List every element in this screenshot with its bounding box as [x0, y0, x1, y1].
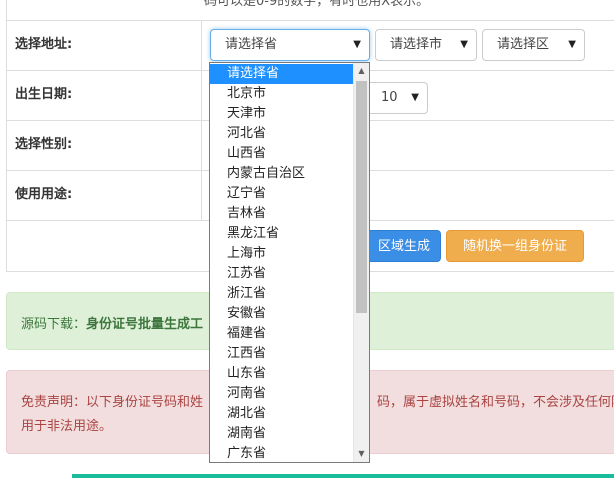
- province-option[interactable]: 吉林省: [210, 204, 353, 224]
- district-select-value: 请选择区: [497, 37, 550, 52]
- birth-day-value: 10: [381, 90, 398, 105]
- province-option[interactable]: 山西省: [210, 144, 353, 164]
- city-select-value: 请选择市: [390, 37, 443, 52]
- source-prefix: 源码下载：: [21, 317, 87, 332]
- source-download-link[interactable]: 身份证号批量生成工: [86, 317, 203, 332]
- address-label: 选择地址:: [15, 37, 73, 52]
- disclaimer-line-2: 用于非法用途。: [21, 419, 113, 434]
- province-option[interactable]: 河南省: [210, 384, 353, 404]
- province-option[interactable]: 请选择省: [210, 64, 353, 84]
- gender-label: 选择性别:: [15, 137, 73, 152]
- caret-down-icon: ▼: [568, 39, 576, 50]
- province-dropdown-list[interactable]: 请选择省 北京市 天津市 河北省 山西省 内蒙古自治区 辽宁省 吉林省 黑龙江省 上海市 江苏省 浙江…: [209, 62, 370, 463]
- province-select[interactable]: 请选择省 ▼: [210, 29, 370, 61]
- province-select-value: 请选择省: [225, 37, 278, 52]
- source-alert-text: 源码下载：身份证号批量生成工: [21, 313, 203, 332]
- random-id-button[interactable]: 随机换一组身份证: [446, 230, 584, 262]
- birth-day-select[interactable]: 10 ▼: [360, 82, 428, 114]
- province-option[interactable]: 浙江省: [210, 284, 353, 304]
- province-option[interactable]: 湖北省: [210, 404, 353, 424]
- province-option[interactable]: 上海市: [210, 244, 353, 264]
- birthdate-label: 出生日期:: [15, 87, 73, 102]
- dropdown-scrollbar[interactable]: ▲ ▼: [353, 63, 369, 462]
- caret-down-icon: ▼: [353, 39, 361, 50]
- province-option[interactable]: 北京市: [210, 84, 353, 104]
- province-option[interactable]: 江苏省: [210, 264, 353, 284]
- province-option[interactable]: 江西省: [210, 344, 353, 364]
- province-option[interactable]: 内蒙古自治区: [210, 164, 353, 184]
- province-option[interactable]: 黑龙江省: [210, 224, 353, 244]
- scroll-down-icon[interactable]: ▼: [354, 446, 369, 462]
- city-select[interactable]: 请选择市 ▼: [375, 29, 477, 61]
- province-option[interactable]: 辽宁省: [210, 184, 353, 204]
- caret-down-icon: ▼: [411, 92, 419, 103]
- province-option[interactable]: 广东省: [210, 444, 353, 462]
- purpose-label: 使用用途:: [15, 187, 73, 202]
- disclaimer-line-1-right: 码，属于虚拟姓名和号码，不会涉及任何隐: [377, 395, 614, 410]
- district-select[interactable]: 请选择区 ▼: [482, 29, 585, 61]
- province-option[interactable]: 天津市: [210, 104, 353, 124]
- province-option[interactable]: 湖南省: [210, 424, 353, 444]
- scroll-up-icon[interactable]: ▲: [354, 63, 369, 79]
- province-option[interactable]: 福建省: [210, 324, 353, 344]
- province-option[interactable]: 山东省: [210, 364, 353, 384]
- province-option[interactable]: 安徽省: [210, 304, 353, 324]
- caret-down-icon: ▼: [460, 39, 468, 50]
- scrollbar-thumb[interactable]: [356, 81, 367, 313]
- province-option[interactable]: 河北省: [210, 124, 353, 144]
- footer-accent-bar: [72, 474, 614, 478]
- disclaimer-line-1: 免责声明：以下身份证号码和姓: [21, 395, 204, 410]
